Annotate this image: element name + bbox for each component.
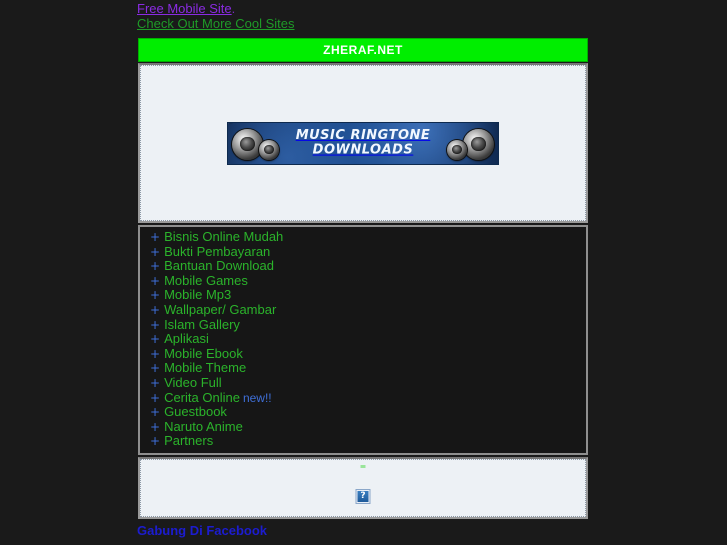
banner-line-2: DOWNLOADS (312, 141, 414, 158)
broken-image-glyph: ? (357, 490, 369, 502)
plus-bullet-icon: + (150, 259, 161, 274)
menu-link[interactable]: Mobile Theme (164, 360, 246, 376)
menu-link[interactable]: Aplikasi (164, 331, 209, 346)
navigation-menu-list: + Bisnis Online Mudah + Bukti Pembayaran +… (140, 229, 586, 449)
speaker-icon (447, 139, 467, 160)
top-link-row-2: Check Out More Cool Sites (137, 16, 727, 31)
list-item[interactable]: + Mobile Mp3 (150, 288, 586, 303)
plus-bullet-icon: + (150, 434, 161, 449)
banner-panel-inner: MUSIC RINGTONE DOWNLOADS (140, 65, 586, 221)
plus-bullet-icon: + (150, 346, 161, 361)
list-item[interactable]: + Islam Gallery (150, 317, 586, 333)
list-item[interactable]: + Bukti Pembayaran (150, 244, 586, 260)
banner-text: MUSIC RINGTONE DOWNLOADS (296, 128, 431, 157)
list-item[interactable]: + Aplikasi (150, 331, 586, 347)
bottom-panel-inner: ? (140, 458, 586, 517)
bottom-content-panel: ? (138, 456, 588, 519)
gabung-di-facebook-link[interactable]: Gabung Di Facebook (137, 523, 267, 538)
top-link-row-1: Free Mobile Site. (137, 1, 727, 16)
plus-bullet-icon: + (150, 375, 161, 390)
menu-link[interactable]: Mobile Ebook (164, 346, 243, 361)
site-frame: ZHERAF.NET MUSIC RINGTONE DOWNLOADS + Bi… (138, 38, 588, 519)
menu-link[interactable]: Bisnis Online Mudah (164, 229, 283, 244)
list-item[interactable]: + Video Full (150, 375, 586, 391)
plus-bullet-icon: + (150, 230, 161, 244)
speaker-icon (259, 139, 279, 160)
menu-link[interactable]: Wallpaper/ Gambar (164, 302, 276, 317)
plus-bullet-icon: + (150, 317, 161, 332)
list-item[interactable]: + Mobile Ebook (150, 346, 586, 362)
new-badge: new!! (242, 390, 272, 405)
plus-bullet-icon: + (150, 390, 161, 405)
list-item[interactable]: + Partners (150, 434, 586, 449)
menu-link[interactable]: Bukti Pembayaran (164, 244, 270, 259)
plus-bullet-icon: + (150, 405, 161, 420)
plus-bullet-icon: + (150, 332, 161, 347)
menu-link[interactable]: Mobile Mp3 (164, 287, 231, 303)
plus-bullet-icon: + (150, 361, 161, 376)
footer-links: Gabung Di Facebook (0, 519, 727, 538)
plus-bullet-icon: + (150, 419, 161, 434)
plus-bullet-icon: + (150, 288, 161, 303)
menu-link[interactable]: Partners (164, 433, 213, 449)
top-link-period: . (231, 1, 236, 16)
check-out-more-cool-sites-link[interactable]: Check Out More Cool Sites (137, 16, 295, 31)
list-item[interactable]: + Guestbook (150, 404, 586, 420)
speaker-icon (232, 128, 263, 160)
menu-link[interactable]: Guestbook (164, 404, 227, 419)
list-item[interactable]: + Bantuan Download (150, 258, 586, 274)
list-item[interactable]: + Mobile Games (150, 273, 586, 289)
list-item[interactable]: + Bisnis Online Mudah (150, 229, 586, 245)
menu-link[interactable]: Islam Gallery (164, 317, 240, 332)
menu-link[interactable]: Bantuan Download (164, 258, 274, 273)
music-ringtone-downloads-banner[interactable]: MUSIC RINGTONE DOWNLOADS (227, 121, 499, 165)
list-item[interactable]: + Cerita Online new!! (150, 390, 586, 406)
menu-link[interactable]: Cerita Online (164, 390, 240, 405)
plus-bullet-icon: + (150, 244, 161, 259)
menu-link[interactable]: Video Full (164, 375, 222, 390)
speaker-icon (463, 128, 494, 160)
menu-link[interactable]: Naruto Anime (164, 419, 243, 434)
dash-marker (360, 464, 366, 468)
free-mobile-site-link[interactable]: Free Mobile Site (137, 1, 232, 16)
plus-bullet-icon: + (150, 302, 161, 317)
plus-bullet-icon: + (150, 273, 161, 288)
list-item[interactable]: + Naruto Anime (150, 419, 586, 435)
site-title-bar: ZHERAF.NET (138, 38, 588, 62)
page-root: Free Mobile Site. Check Out More Cool Si… (0, 0, 727, 545)
broken-image-placeholder-icon[interactable]: ? (355, 488, 371, 504)
top-links: Free Mobile Site. Check Out More Cool Si… (0, 0, 727, 31)
navigation-menu-panel: + Bisnis Online Mudah + Bukti Pembayaran +… (138, 225, 588, 455)
list-item[interactable]: + Wallpaper/ Gambar (150, 302, 586, 318)
menu-link[interactable]: Mobile Games (164, 273, 248, 288)
list-item[interactable]: + Mobile Theme (150, 361, 586, 376)
banner-panel: MUSIC RINGTONE DOWNLOADS (138, 63, 588, 223)
banner-line-1: MUSIC RINGTONE (295, 127, 431, 143)
